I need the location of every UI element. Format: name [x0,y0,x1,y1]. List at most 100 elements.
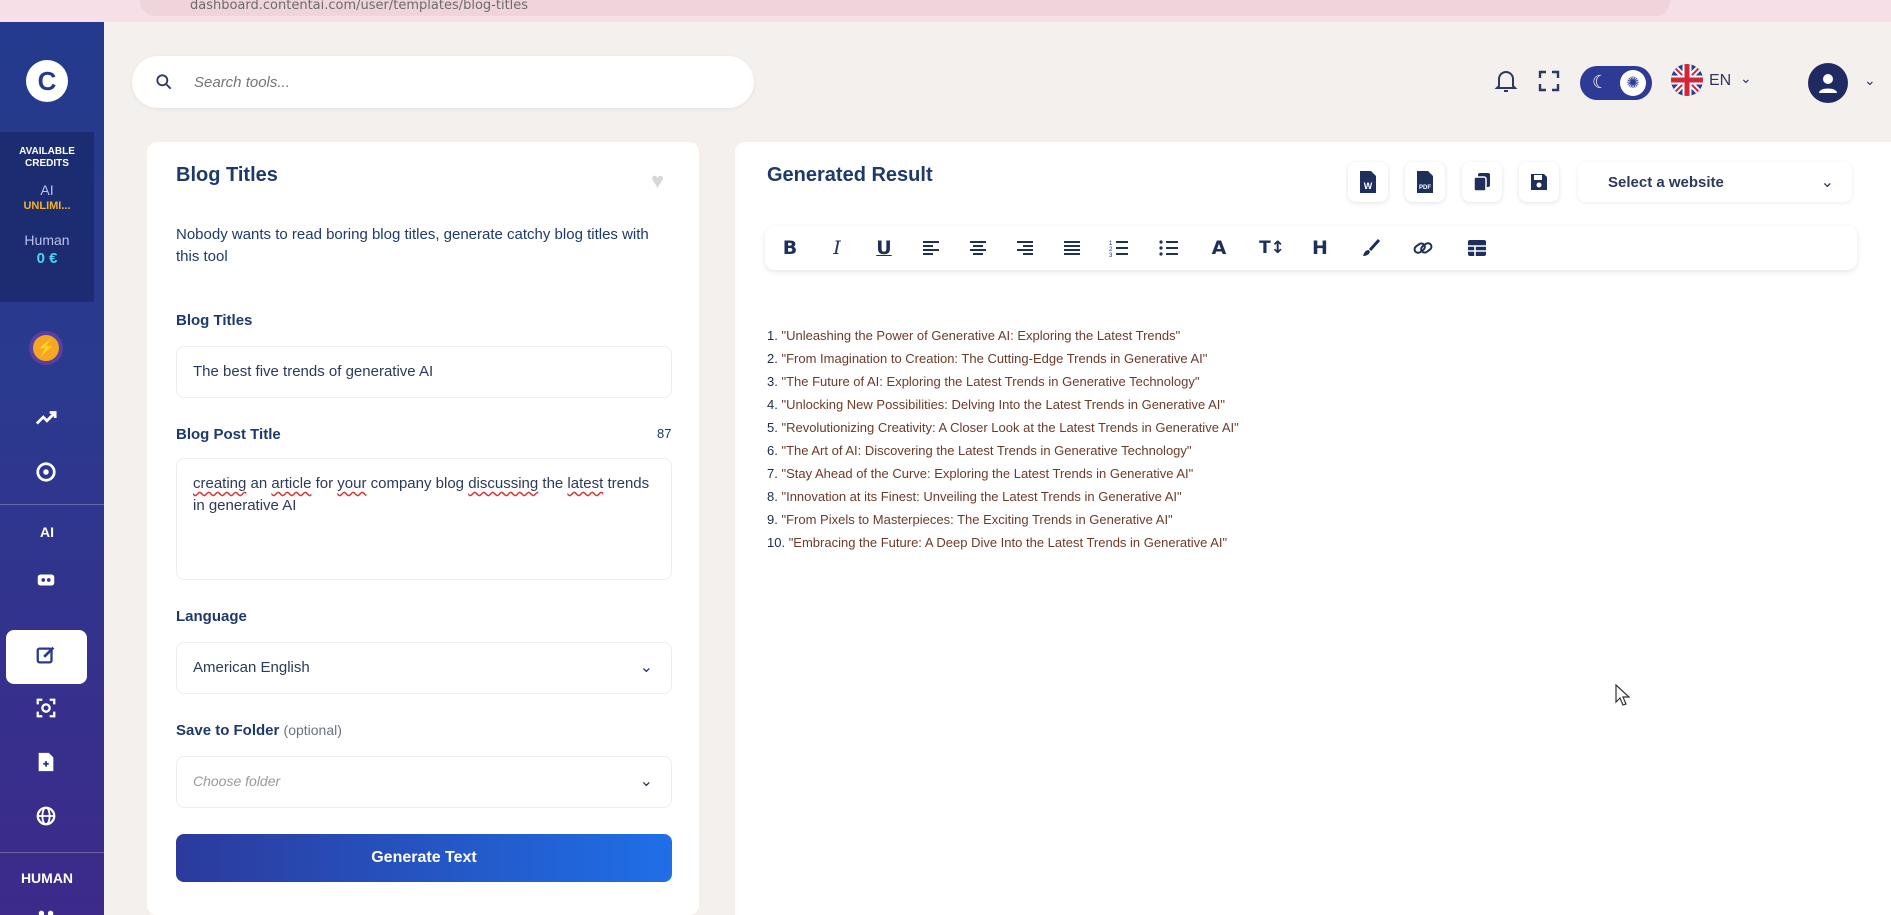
mouse-cursor-icon [1615,684,1631,706]
ordered-list-icon[interactable]: 123 [1104,234,1134,262]
copy-button[interactable] [1462,162,1502,202]
blog-post-title-textarea[interactable]: creating an article for your company blo… [176,458,672,580]
sidebar-divider [0,504,104,505]
sidebar-section-ai: AI [40,524,54,540]
scan-svg [36,698,56,718]
list-item: 3. "The Future of AI: Exploring the Late… [767,370,1767,393]
word-doc-icon: W [1360,171,1376,193]
bolt-icon[interactable]: ⚡ [28,330,64,366]
misspelled-word: latest [567,475,604,492]
bell-svg [1494,71,1518,92]
target-icon[interactable] [28,454,64,490]
user-icon [1819,74,1837,93]
list-item: 9. "From Pixels to Masterpieces: The Exc… [767,508,1767,531]
credits-panel: AVAILABLE CREDITS AI UNLIMI... Human 0 € [0,132,94,302]
bell-icon[interactable] [1491,66,1521,96]
copy-icon [1473,173,1490,192]
chevron-down-icon[interactable]: ⌄ [1740,70,1752,87]
brush-icon[interactable] [1356,234,1386,262]
address-bar[interactable]: dashboard.contentai.com/user/templates/b… [140,0,1670,16]
edit-icon[interactable] [28,637,64,673]
list-item: 6. "The Art of AI: Discovering the Lates… [767,439,1767,462]
item-text: "Stay Ahead of the Curve: Exploring the … [781,466,1194,481]
list-item: 10. "Embracing the Future: A Deep Dive I… [767,531,1767,554]
svg-text:3: 3 [1109,253,1113,257]
bold-button[interactable]: B [775,234,805,262]
floppy-disk-icon [1531,174,1547,190]
edit-svg [36,646,55,664]
export-pdf-button[interactable]: PDF [1405,162,1445,202]
human-credits-value: 0 € [36,250,58,267]
export-word-button[interactable]: W [1348,162,1388,202]
document-icon[interactable] [28,744,64,780]
language-value: American English [193,659,310,676]
search-icon [156,74,172,90]
chevron-down-icon[interactable]: ⌄ [1864,72,1876,89]
language-code[interactable]: EN [1709,72,1731,90]
save-folder-text: Save to Folder [176,722,280,739]
font-size-button[interactable]: T↕ [1254,234,1290,262]
human-credits-label: Human [24,232,70,248]
tool-title: Blog Titles [176,164,278,186]
globe-icon[interactable] [28,798,64,834]
uk-flag-icon[interactable] [1671,64,1703,96]
align-left-icon[interactable] [916,234,946,262]
sidebar-section-human: HUMAN [20,870,74,886]
website-select-value: Select a website [1608,174,1724,191]
address-url: dashboard.contentai.com/user/templates/b… [190,0,529,13]
item-number: 8. [767,489,782,504]
item-text: "The Future of AI: Exploring the Latest … [781,374,1200,389]
generate-text-button[interactable]: Generate Text [176,834,672,882]
align-center-icon[interactable] [963,234,993,262]
blog-titles-label: Blog Titles [176,312,253,329]
chevron-down-icon: ⌄ [639,659,653,676]
item-number: 1. [767,328,782,343]
item-number: 5. [767,420,782,435]
table-icon[interactable] [1462,234,1492,262]
fullscreen-svg [1538,70,1560,92]
list-item: 5. "Revolutionizing Creativity: A Closer… [767,416,1767,439]
favorite-heart-icon[interactable]: ♥ [651,168,664,194]
italic-button[interactable]: I [822,234,852,262]
avatar[interactable] [1808,63,1848,103]
ordered-list-svg: 123 [1109,241,1128,257]
underline-button[interactable]: U [869,234,899,262]
item-text: "From Pixels to Masterpieces: The Exciti… [781,512,1173,527]
blog-titles-input[interactable]: The best five trends of generative AI [176,346,672,398]
language-select[interactable]: American English ⌄ [176,642,672,694]
list-item: 1. "Unleashing the Power of Generative A… [767,324,1767,347]
item-text: "Innovation at its Finest: Unveiling the… [781,489,1182,504]
misspelled-word: article [271,475,312,492]
website-select[interactable]: Select a website ⌄ [1578,162,1852,202]
item-number: 6. [767,443,782,458]
app-logo[interactable]: C [26,60,68,102]
theme-toggle[interactable]: ☾ ✺ [1580,66,1652,100]
scan-icon[interactable] [28,690,64,726]
blog-post-title-value: creating an article for your company blo… [193,473,653,517]
list-item: 4. "Unlocking New Possibilities: Delving… [767,393,1767,416]
align-justify-icon[interactable] [1057,234,1087,262]
item-text: "Unleashing the Power of Generative AI: … [781,328,1181,343]
align-left-svg [923,241,939,255]
ai-credits-value: UNLIMI... [23,200,71,212]
font-family-button[interactable]: A [1204,234,1234,262]
bullet-list-icon[interactable] [1154,234,1184,262]
trending-icon[interactable] [28,400,64,436]
search-input[interactable] [194,70,714,94]
text-span: the [538,475,568,492]
link-icon[interactable] [1408,234,1438,262]
people-icon[interactable] [28,900,64,915]
align-justify-svg [1064,241,1080,255]
text-span: for [311,475,338,492]
save-folder-label: Save to Folder (optional) [176,722,342,739]
list-item: 8. "Innovation at its Finest: Unveiling … [767,485,1767,508]
item-number: 3. [767,374,782,389]
chatbot-icon[interactable] [28,562,64,598]
save-button[interactable] [1519,162,1559,202]
blog-post-title-label: Blog Post Title [176,426,281,443]
folder-select[interactable]: Choose folder ⌄ [176,756,672,808]
item-number: 2. [767,351,782,366]
fullscreen-icon[interactable] [1534,66,1564,96]
align-right-icon[interactable] [1010,234,1040,262]
heading-button[interactable]: H [1305,234,1335,262]
